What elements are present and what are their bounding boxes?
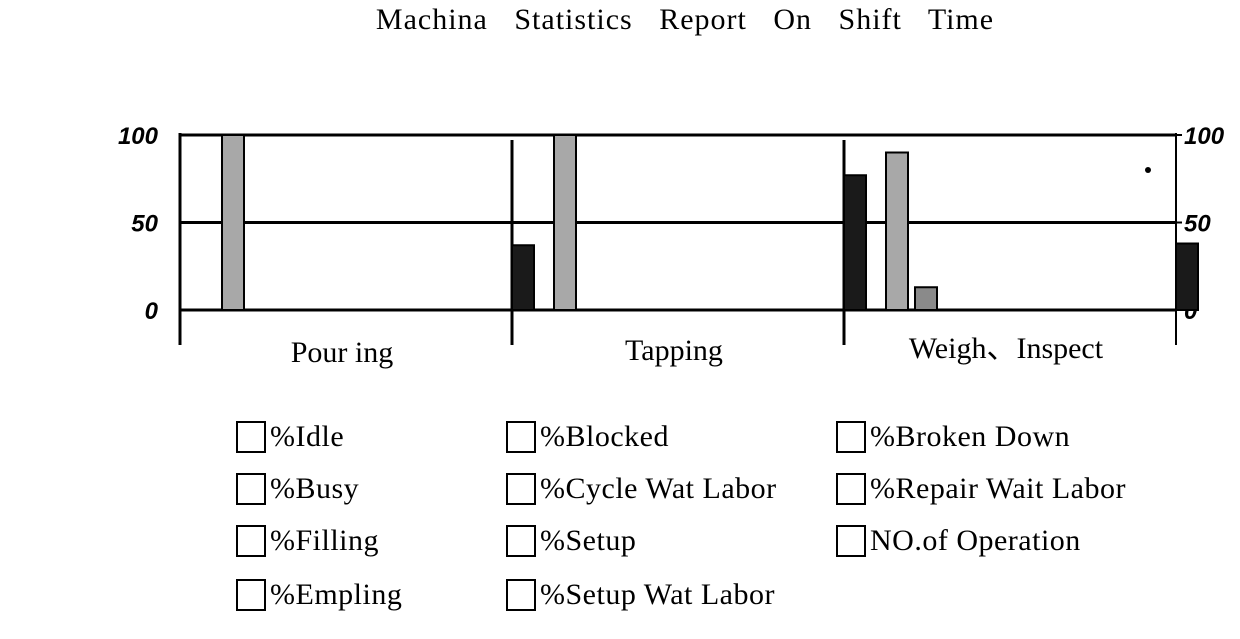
legend-label: %Repair Wait Labor — [870, 472, 1126, 505]
legend-item: %Broken Down — [836, 420, 1070, 454]
bar — [914, 286, 938, 311]
bar — [511, 244, 535, 311]
legend-swatch — [836, 525, 866, 557]
category-label: Tapping — [625, 334, 723, 367]
legend-item: %Idle — [236, 420, 344, 454]
legend-label: %Cycle Wat Labor — [540, 472, 777, 505]
legend-swatch — [506, 579, 536, 611]
y-tick-label-left: 100 — [118, 123, 159, 150]
legend-swatch — [506, 525, 536, 557]
legend-swatch — [836, 473, 866, 505]
y-tick-label-left: 0 — [145, 298, 159, 325]
bar — [221, 134, 245, 311]
legend-item: %Filling — [236, 524, 379, 558]
data-point-marker — [1145, 167, 1151, 173]
legend-item: %Cycle Wat Labor — [506, 472, 777, 506]
legend-label: %Setup Wat Labor — [540, 578, 775, 611]
legend-item: %Blocked — [506, 420, 669, 454]
legend-label: %Empling — [270, 578, 403, 611]
legend-item: %Busy — [236, 472, 359, 506]
legend-swatch — [236, 421, 266, 453]
legend-item: %Setup Wat Labor — [506, 578, 775, 612]
bar — [843, 174, 867, 311]
legend-item: NO.of Operation — [836, 524, 1081, 558]
category-label: Pour ing — [291, 336, 394, 369]
category-label: Weigh、Inspect — [909, 332, 1104, 365]
legend-label: %Busy — [270, 472, 360, 505]
legend-label: NO.of Operation — [870, 524, 1081, 557]
legend-swatch — [506, 473, 536, 505]
legend-item: %Empling — [236, 578, 402, 612]
bar-chart: 0 050 50100 100Pour ing Tapping Weigh、Inspect — [118, 123, 1225, 369]
bar — [885, 151, 909, 311]
legend-label: %Setup — [540, 524, 637, 557]
legend-swatch — [506, 421, 536, 453]
legend-swatch — [236, 525, 266, 557]
legend-label: %Broken Down — [870, 420, 1071, 453]
y-tick-label-left: 50 — [131, 211, 158, 238]
legend-item: %Setup — [506, 524, 636, 558]
legend-label: %Blocked — [540, 420, 669, 453]
y-tick-label-right: 50 — [1184, 211, 1211, 238]
legend-label: %Filling — [270, 524, 380, 557]
y-tick-label-right: 100 — [1184, 123, 1225, 150]
legend-item: %Repair Wait Labor — [836, 472, 1126, 506]
legend-swatch — [236, 473, 266, 505]
legend-swatch — [236, 579, 266, 611]
legend-swatch — [836, 421, 866, 453]
bar — [1175, 242, 1199, 311]
bar — [553, 134, 577, 311]
legend-label: %Idle — [270, 420, 345, 453]
